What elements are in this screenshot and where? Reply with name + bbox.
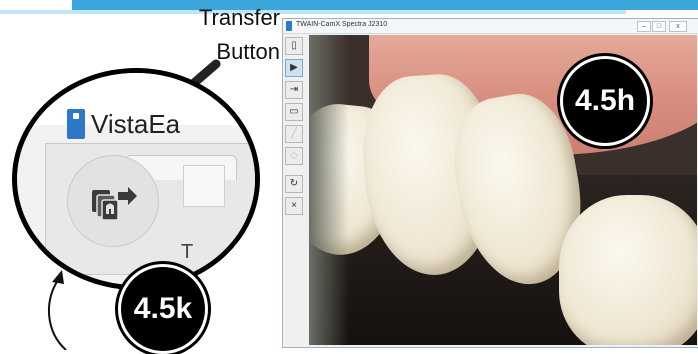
tooth-image (559, 195, 697, 345)
toolbar-close-button[interactable]: × (285, 197, 303, 215)
top-accent-bar-light (0, 10, 626, 14)
annotation-transfer-label: Transfer (198, 5, 280, 30)
vistaeasy-app-icon (67, 109, 85, 139)
app-icon (286, 21, 292, 31)
transfer-images-icon (92, 187, 137, 221)
zoom-transfer-button[interactable] (67, 155, 159, 247)
close-window-button[interactable]: x (669, 21, 687, 32)
video-edge-shade (309, 35, 349, 345)
curved-arrow (48, 270, 67, 350)
step-badge-4-5k: 4.5k (118, 264, 208, 354)
step-badge-4-5h: 4.5h (560, 56, 650, 146)
zoom-magnifier: VistaEa T (12, 68, 260, 290)
maximize-button[interactable]: □ (652, 21, 666, 32)
toolbar-transfer-button[interactable]: ⇥ (285, 81, 303, 99)
zoom-footer-text: T (181, 241, 194, 263)
toolbar-monitor-button[interactable]: ▭ (285, 103, 303, 121)
toolbar-erase-button[interactable]: ◇ (285, 147, 303, 165)
window-title: TWAIN-CamX Spectra J2310 (296, 21, 388, 28)
vertical-toolbar: ▯ ▶ ⇥ ▭ ╱ ◇ ↻ × (285, 37, 303, 237)
toolbar-play-button[interactable]: ▶ (285, 59, 303, 77)
toolbar-device-button[interactable]: ▯ (285, 37, 303, 55)
top-accent-bar (72, 0, 698, 10)
zoom-app-title: VistaEa (91, 109, 181, 139)
zoom-adjacent-control (183, 165, 225, 207)
minimize-button[interactable]: – (637, 21, 651, 32)
window-titlebar: TWAIN-CamX Spectra J2310 – □ x (283, 19, 698, 34)
toolbar-draw-button[interactable]: ╱ (285, 125, 303, 143)
toolbar-rotate-button[interactable]: ↻ (285, 175, 303, 193)
